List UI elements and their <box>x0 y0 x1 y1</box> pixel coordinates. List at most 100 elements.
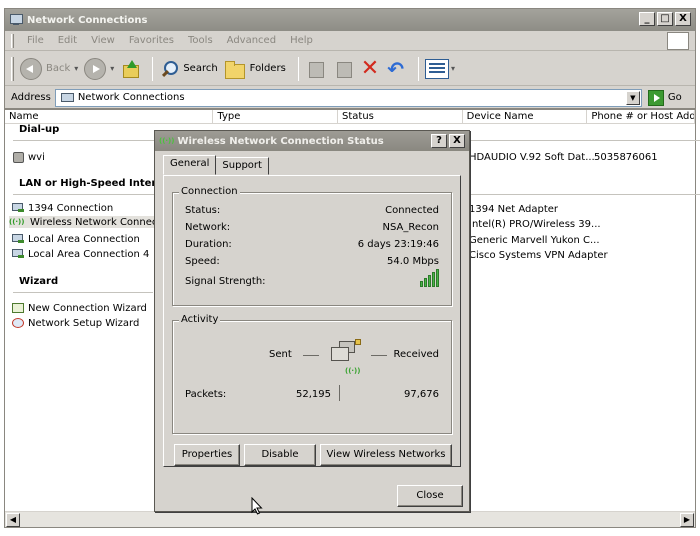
menu-favorites[interactable]: Favorites <box>122 35 181 46</box>
menu-file[interactable]: File <box>20 35 51 46</box>
close-window-button[interactable]: X <box>675 12 691 26</box>
window-title: Network Connections <box>27 14 148 26</box>
speed-label: Speed: <box>185 256 220 267</box>
address-label: Address <box>11 92 51 103</box>
list-item-network-setup-wizard[interactable]: Network Setup Wizard <box>11 317 139 329</box>
dialog-controls: ? X <box>431 134 465 148</box>
copy-to-icon[interactable] <box>333 59 355 79</box>
list-item-wvi[interactable]: wvi <box>11 150 45 164</box>
item-device: Generic Marvell Yukon C... <box>469 235 600 246</box>
properties-button[interactable]: Properties <box>174 444 240 466</box>
folders-icon <box>224 60 246 79</box>
item-name: Local Area Connection <box>28 233 140 245</box>
group-header-dialup: Dial-up <box>19 124 60 135</box>
wireless-status-dialog: ((·)) Wireless Network Connection Status… <box>154 130 470 512</box>
address-value: Network Connections <box>77 92 185 103</box>
item-device: Cisco Systems VPN Adapter <box>469 250 608 261</box>
forward-dropdown-icon[interactable]: ▾ <box>110 64 114 73</box>
list-item-local-area[interactable]: Local Area Connection <box>11 233 140 245</box>
folders-button[interactable]: Folders <box>224 60 286 79</box>
scroll-left-icon[interactable]: ◀ <box>6 513 20 527</box>
item-device: Intel(R) PRO/Wireless 39... <box>469 219 601 230</box>
menu-tools[interactable]: Tools <box>181 35 220 46</box>
window-titlebar[interactable]: Network Connections _ □ X <box>5 9 695 31</box>
views-dropdown-icon[interactable]: ▾ <box>451 64 455 73</box>
menu-bar: File Edit View Favorites Tools Advanced … <box>5 31 695 51</box>
column-header-status[interactable]: Status <box>338 110 463 124</box>
packets-divider <box>339 385 340 401</box>
new-connection-wizard-icon <box>11 302 25 314</box>
status-label: Status: <box>185 205 221 216</box>
sent-packets-value: 52,195 <box>296 389 331 400</box>
view-wireless-networks-button[interactable]: View Wireless Networks <box>320 444 452 466</box>
network-connection-icon <box>11 233 25 245</box>
delete-icon[interactable]: ✕ <box>361 57 379 79</box>
connection-label: Connection <box>179 186 240 197</box>
scroll-right-icon[interactable]: ▶ <box>680 513 694 527</box>
back-button[interactable]: Back ▾ <box>20 57 78 80</box>
item-name: Network Setup Wizard <box>28 317 140 329</box>
windows-logo-icon <box>667 32 689 50</box>
move-to-icon[interactable] <box>305 59 327 79</box>
up-button[interactable] <box>120 59 140 79</box>
search-button[interactable]: Search <box>159 59 218 79</box>
go-button[interactable]: Go <box>647 89 682 106</box>
toolbar-separator <box>418 56 419 81</box>
close-dialog-button[interactable]: X <box>449 134 465 148</box>
toolbar-grip[interactable] <box>11 56 14 81</box>
forward-arrow-icon <box>84 57 107 80</box>
menu-edit[interactable]: Edit <box>51 35 84 46</box>
received-label: Received <box>393 349 440 360</box>
standard-toolbar: Back ▾ ▾ Search Folders ✕ ↶ ▾ <box>5 52 695 86</box>
general-tab-panel: Connection Status: Connected Network: NS… <box>163 175 461 467</box>
window-controls: _ □ X <box>639 12 691 26</box>
menu-view[interactable]: View <box>84 35 122 46</box>
tab-support[interactable]: Support <box>215 157 269 175</box>
maximize-button[interactable]: □ <box>657 12 673 26</box>
horizontal-scrollbar[interactable]: ◀ ▶ <box>5 511 695 527</box>
menu-help[interactable]: Help <box>283 35 320 46</box>
item-device: 1394 Net Adapter <box>469 204 559 215</box>
views-icon[interactable] <box>425 58 449 79</box>
network-label: Network: <box>185 222 231 233</box>
address-dropdown-icon[interactable]: ▼ <box>625 90 640 105</box>
help-button[interactable]: ? <box>431 134 447 148</box>
network-setup-wizard-icon <box>11 317 25 329</box>
item-name: 1394 Connection <box>28 202 114 214</box>
list-item-local-area-4[interactable]: Local Area Connection 4 <box>11 248 149 260</box>
search-label: Search <box>183 63 218 74</box>
folder-up-icon <box>120 59 140 79</box>
address-bar: Address Network Connections ▼ Go <box>5 87 695 109</box>
dialog-titlebar[interactable]: ((·)) Wireless Network Connection Status… <box>155 131 469 151</box>
go-label: Go <box>667 92 682 103</box>
item-device: HDAUDIO V.92 Soft Dat... <box>469 152 595 163</box>
tab-general[interactable]: General <box>163 155 217 175</box>
menu-advanced[interactable]: Advanced <box>220 35 283 46</box>
sent-label: Sent <box>269 349 292 360</box>
close-button[interactable]: Close <box>397 485 463 507</box>
group-divider <box>13 292 153 293</box>
duration-value: 6 days 23:19:46 <box>357 239 439 250</box>
connection-groupbox: Connection Status: Connected Network: NS… <box>172 186 452 306</box>
folders-label: Folders <box>249 63 286 74</box>
duration-label: Duration: <box>185 239 232 250</box>
undo-icon[interactable]: ↶ <box>387 59 404 79</box>
disable-button[interactable]: Disable <box>244 444 316 466</box>
column-header-device-name[interactable]: Device Name <box>463 110 588 124</box>
minimize-button[interactable]: _ <box>639 12 655 26</box>
list-item-1394[interactable]: 1394 Connection <box>11 202 113 214</box>
address-input[interactable]: Network Connections ▼ <box>54 88 642 107</box>
packets-label: Packets: <box>185 389 227 400</box>
received-packets-value: 97,676 <box>404 389 439 400</box>
list-item-new-connection-wizard[interactable]: New Connection Wizard <box>11 302 147 314</box>
search-icon <box>159 59 179 79</box>
back-dropdown-icon[interactable]: ▾ <box>74 64 78 73</box>
wireless-title-icon: ((·)) <box>159 137 175 145</box>
back-arrow-icon <box>20 57 42 80</box>
forward-button[interactable]: ▾ <box>84 57 114 80</box>
network-value: NSA_Recon <box>382 222 439 233</box>
column-header-name[interactable]: Name <box>5 110 214 124</box>
column-header-phone[interactable]: Phone # or Host Addre <box>587 110 695 124</box>
column-header-type[interactable]: Type <box>213 110 339 124</box>
menubar-grip[interactable] <box>11 33 14 48</box>
